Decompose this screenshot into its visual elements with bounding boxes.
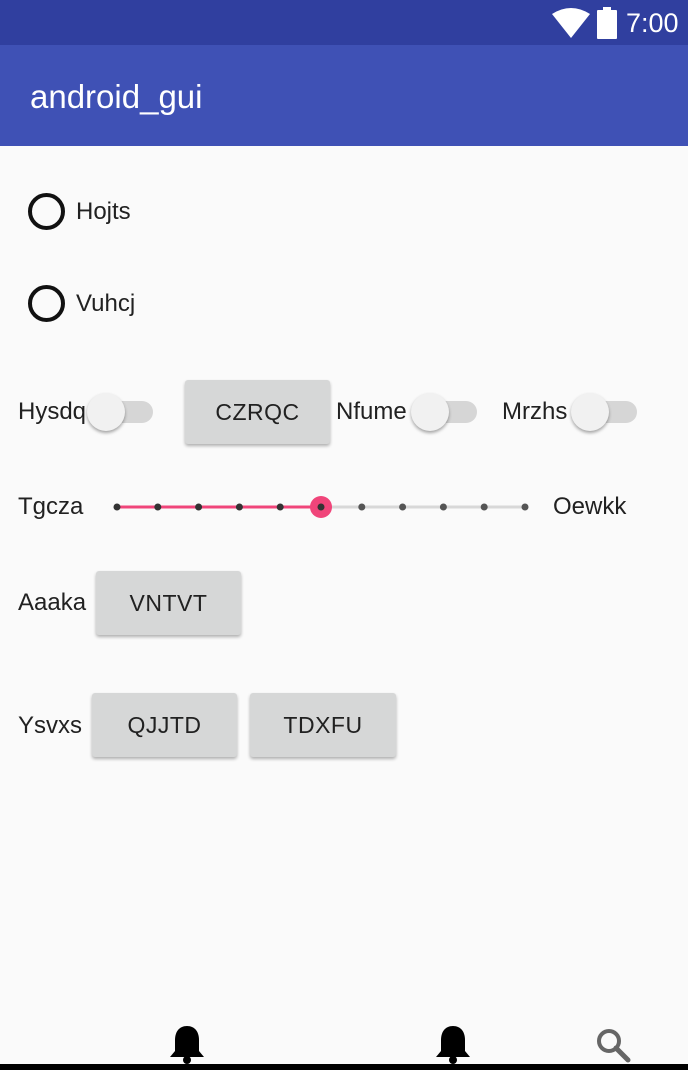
app-title: android_gui bbox=[30, 78, 203, 115]
radio-label: Hojts bbox=[76, 198, 131, 225]
switch-label-hysdq: Hysdq bbox=[18, 398, 87, 425]
bell-icon[interactable] bbox=[168, 1024, 206, 1064]
search-icon[interactable] bbox=[594, 1026, 632, 1066]
czrqc-button[interactable]: CZRQC bbox=[185, 380, 330, 444]
row-label-ysvxs: Ysvxs bbox=[18, 712, 83, 739]
discrete-slider[interactable] bbox=[108, 486, 536, 528]
app-bar: android_gui bbox=[0, 45, 688, 146]
radio-vuhcj[interactable]: Vuhcj bbox=[28, 284, 148, 324]
slider-tick bbox=[521, 503, 529, 511]
status-bar: 7:00 bbox=[0, 0, 688, 45]
switch-mrzhs[interactable] bbox=[571, 392, 637, 432]
battery-icon bbox=[597, 7, 617, 39]
switch-hysdq[interactable] bbox=[87, 392, 153, 432]
slider-tick bbox=[113, 503, 121, 511]
switch-thumb bbox=[571, 393, 609, 431]
slider-tick bbox=[439, 503, 447, 511]
switch-label-nfume: Nfume bbox=[336, 398, 407, 425]
slider-tick bbox=[276, 503, 284, 511]
radio-circle bbox=[28, 285, 65, 322]
vntvt-button[interactable]: VNTVT bbox=[96, 571, 241, 635]
slider-right-label: Oewkk bbox=[553, 493, 627, 520]
slider-tick bbox=[195, 503, 203, 511]
switch-label-mrzhs: Mrzhs bbox=[502, 398, 568, 425]
tdxfu-button[interactable]: TDXFU bbox=[250, 693, 396, 757]
switch-nfume[interactable] bbox=[411, 392, 477, 432]
slider-tick bbox=[154, 503, 162, 511]
slider-track-svg bbox=[113, 496, 529, 518]
slider-tick bbox=[399, 503, 407, 511]
nav-bar-edge bbox=[0, 1064, 688, 1070]
switch-thumb bbox=[411, 393, 449, 431]
qjjtd-button[interactable]: QJJTD bbox=[92, 693, 237, 757]
radio-label: Vuhcj bbox=[76, 290, 136, 317]
switch-thumb bbox=[87, 393, 125, 431]
slider-thumb-dot bbox=[317, 503, 325, 511]
status-clock: 7:00 bbox=[626, 8, 679, 38]
bell-icon[interactable] bbox=[434, 1024, 472, 1064]
wifi-icon bbox=[552, 8, 590, 38]
slider-tick bbox=[235, 503, 243, 511]
row-label-aaaka: Aaaka bbox=[18, 589, 87, 616]
slider-left-label: Tgcza bbox=[18, 493, 84, 520]
slider-tick bbox=[480, 503, 488, 511]
slider-tick bbox=[358, 503, 366, 511]
radio-circle bbox=[28, 193, 65, 230]
radio-hojts[interactable]: Hojts bbox=[28, 192, 148, 232]
